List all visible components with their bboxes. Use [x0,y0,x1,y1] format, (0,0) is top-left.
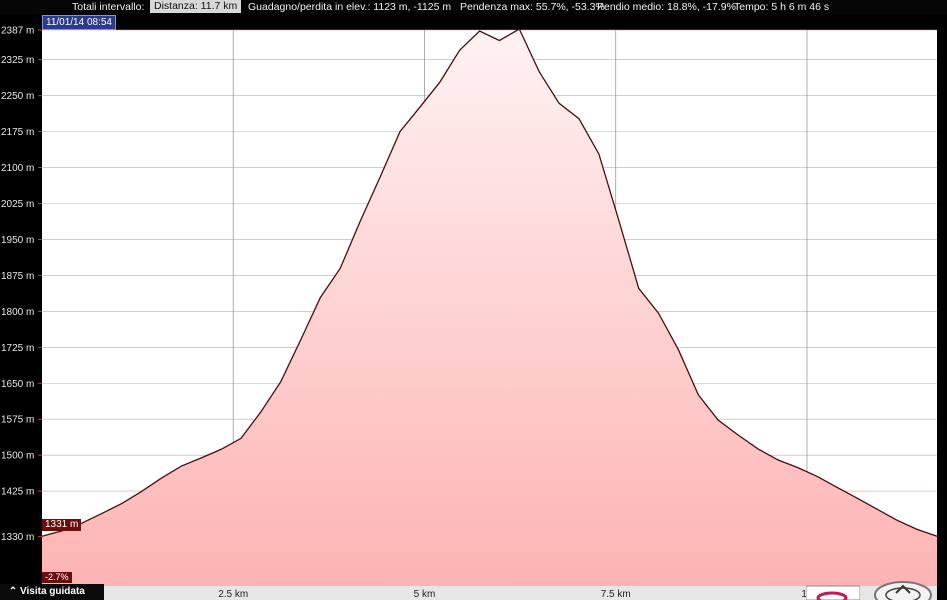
cursor-grade-label: -2.7% [42,572,72,583]
y-tick-label: 1650 m [1,379,34,390]
y-tick-label: 2325 m [1,55,34,66]
cursor-elevation-label: 1331 m [42,519,82,531]
y-tick-label: 2387 m [1,26,34,37]
guided-tour-button[interactable]: ⌃ Visita guidata [0,584,104,600]
y-tick-label: 2025 m [1,199,34,210]
cursor-date-label: 11/01/14 08:54 [42,15,116,30]
photo-marker-icon[interactable] [806,584,860,600]
x-tick-label: 7.5 km [601,589,631,600]
y-tick-label: 1950 m [1,235,34,246]
y-tick-label: 1725 m [1,343,34,354]
y-tick-label: 2100 m [1,163,34,174]
y-tick-label: 1875 m [1,271,34,282]
y-tick-label: 2175 m [1,127,34,138]
y-tick-label: 1330 m [1,532,34,543]
y-tick-label: 1575 m [1,415,34,426]
y-tick-label: 1800 m [1,307,34,318]
compass-icon[interactable] [872,578,934,600]
y-axis-ticks: 2387 m 2325 m 2250 m 2175 m 2100 m 2025 m 1950… [1,26,42,543]
y-tick-label: 2250 m [1,91,34,102]
y-tick-label: 1425 m [1,487,34,498]
x-tick-label: 2.5 km [218,589,248,600]
elevation-chart[interactable]: 2387 m 2325 m 2250 m 2175 m 2100 m 2025 m 1950… [0,0,947,600]
double-chevron-up-icon: ⌃ [8,586,18,597]
x-tick-label: 5 km [414,589,436,600]
y-tick-label: 1500 m [1,451,34,462]
guided-tour-label: Visita guidata [20,586,85,597]
